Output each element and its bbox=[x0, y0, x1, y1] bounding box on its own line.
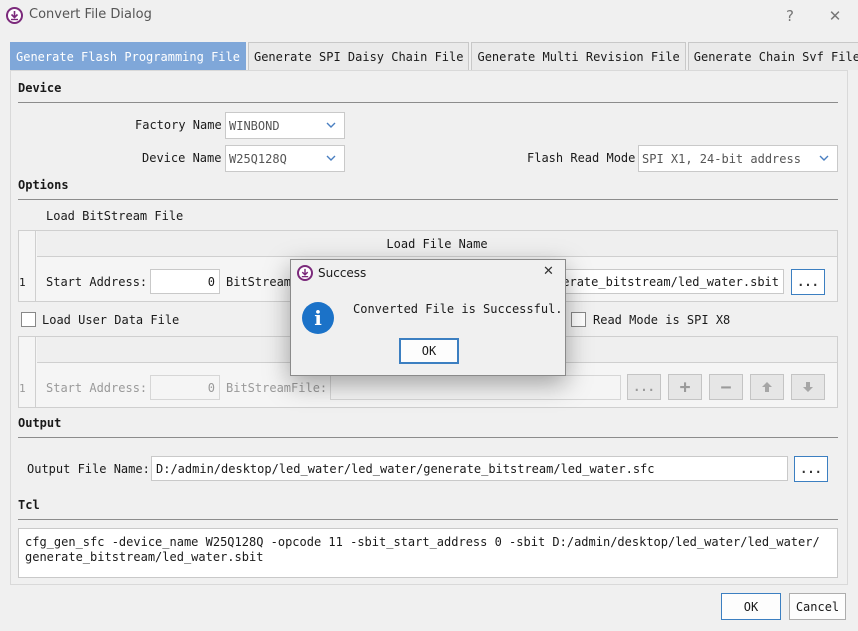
user-table-row-gutter bbox=[18, 336, 36, 408]
chevron-down-icon bbox=[326, 122, 336, 128]
move-up-button[interactable] bbox=[750, 374, 784, 400]
options-section-title: Options bbox=[18, 178, 69, 192]
arrow-down-icon bbox=[803, 382, 813, 392]
read-mode-x8-checkbox[interactable] bbox=[571, 312, 586, 327]
read-mode-x8-label: Read Mode is SPI X8 bbox=[593, 313, 731, 327]
tcl-divider bbox=[18, 519, 838, 520]
dialog-app-icon bbox=[297, 265, 313, 281]
cancel-button[interactable]: Cancel bbox=[789, 593, 846, 620]
help-button[interactable]: ? bbox=[778, 4, 802, 28]
table-header: Load File Name bbox=[37, 231, 837, 257]
user-bitstream-path-input[interactable] bbox=[330, 375, 621, 400]
load-user-data-checkbox[interactable] bbox=[21, 312, 36, 327]
tcl-line-2: generate_bitstream/led_water.sbit bbox=[25, 550, 264, 564]
start-address-label: Start Address: bbox=[46, 275, 148, 289]
tab-generate-flash-programming-file[interactable]: Generate Flash Programming File bbox=[10, 42, 246, 70]
output-file-name-label: Output File Name: bbox=[27, 462, 150, 476]
flash-read-mode-combo[interactable]: SPI X1, 24-bit address bbox=[638, 145, 838, 172]
user-browse-button[interactable]: ... bbox=[627, 374, 661, 400]
add-button[interactable]: + bbox=[668, 374, 702, 400]
window-title: Convert File Dialog bbox=[29, 7, 152, 22]
factory-name-label: Factory Name bbox=[135, 118, 222, 132]
flash-read-mode-label: Flash Read Mode bbox=[527, 151, 636, 165]
output-divider bbox=[18, 437, 838, 438]
user-start-address-input[interactable]: 0 bbox=[150, 375, 220, 400]
factory-name-value: WINBOND bbox=[229, 118, 280, 133]
window-close-button[interactable]: ✕ bbox=[823, 4, 847, 28]
device-name-value: W25Q128Q bbox=[229, 151, 287, 166]
move-down-button[interactable] bbox=[791, 374, 825, 400]
user-table-row-number: 1 bbox=[19, 382, 26, 395]
tcl-line-1: cfg_gen_sfc -device_name W25Q128Q -opcod… bbox=[25, 535, 820, 549]
tab-generate-spi-daisy-chain-file[interactable]: Generate SPI Daisy Chain File bbox=[247, 42, 470, 70]
load-user-data-label: Load User Data File bbox=[42, 313, 180, 327]
table-row-number: 1 bbox=[19, 276, 26, 289]
device-name-label: Device Name bbox=[142, 151, 222, 165]
info-icon: i bbox=[302, 302, 334, 334]
bitstream-browse-button[interactable]: ... bbox=[791, 269, 825, 295]
output-file-name-input[interactable]: D:/admin/desktop/led_water/led_water/gen… bbox=[151, 456, 788, 481]
device-name-combo[interactable]: W25Q128Q bbox=[225, 145, 345, 172]
tcl-command-box[interactable]: cfg_gen_sfc -device_name W25Q128Q -opcod… bbox=[18, 528, 838, 578]
chevron-down-icon bbox=[819, 155, 829, 161]
chevron-down-icon bbox=[326, 155, 336, 161]
factory-name-combo[interactable]: WINBOND bbox=[225, 112, 345, 139]
user-start-address-label: Start Address: bbox=[46, 381, 148, 395]
user-bitstream-label: BitStreamFile: bbox=[226, 381, 328, 395]
output-browse-button[interactable]: ... bbox=[794, 456, 828, 482]
bitstream-label: BitStream bbox=[226, 275, 292, 289]
tab-generate-chain-svf-file[interactable]: Generate Chain Svf File bbox=[687, 42, 858, 70]
load-bitstream-label: Load BitStream File bbox=[46, 209, 184, 223]
device-section-title: Device bbox=[18, 81, 62, 95]
output-section-title: Output bbox=[18, 416, 62, 430]
device-divider bbox=[18, 102, 838, 103]
tab-generate-multi-revision-file[interactable]: Generate Multi Revision File bbox=[471, 42, 686, 70]
ok-button[interactable]: OK bbox=[721, 593, 781, 620]
dialog-ok-button[interactable]: OK bbox=[399, 338, 459, 364]
success-dialog: Success ✕ i Converted File is Successful… bbox=[290, 259, 566, 376]
dialog-title: Success bbox=[318, 266, 367, 280]
tcl-section-title: Tcl bbox=[18, 498, 40, 512]
tab-bar: Generate Flash Programming File Generate… bbox=[10, 42, 858, 70]
start-address-input[interactable]: 0 bbox=[150, 269, 220, 294]
app-download-icon bbox=[6, 7, 23, 24]
arrow-up-icon bbox=[762, 382, 772, 392]
flash-read-mode-value: SPI X1, 24-bit address bbox=[642, 151, 801, 166]
dialog-message: Converted File is Successful. bbox=[353, 302, 563, 316]
dialog-close-button[interactable]: ✕ bbox=[543, 264, 554, 279]
table-row-gutter bbox=[18, 230, 36, 302]
remove-button[interactable]: − bbox=[709, 374, 743, 400]
options-divider bbox=[18, 199, 838, 200]
